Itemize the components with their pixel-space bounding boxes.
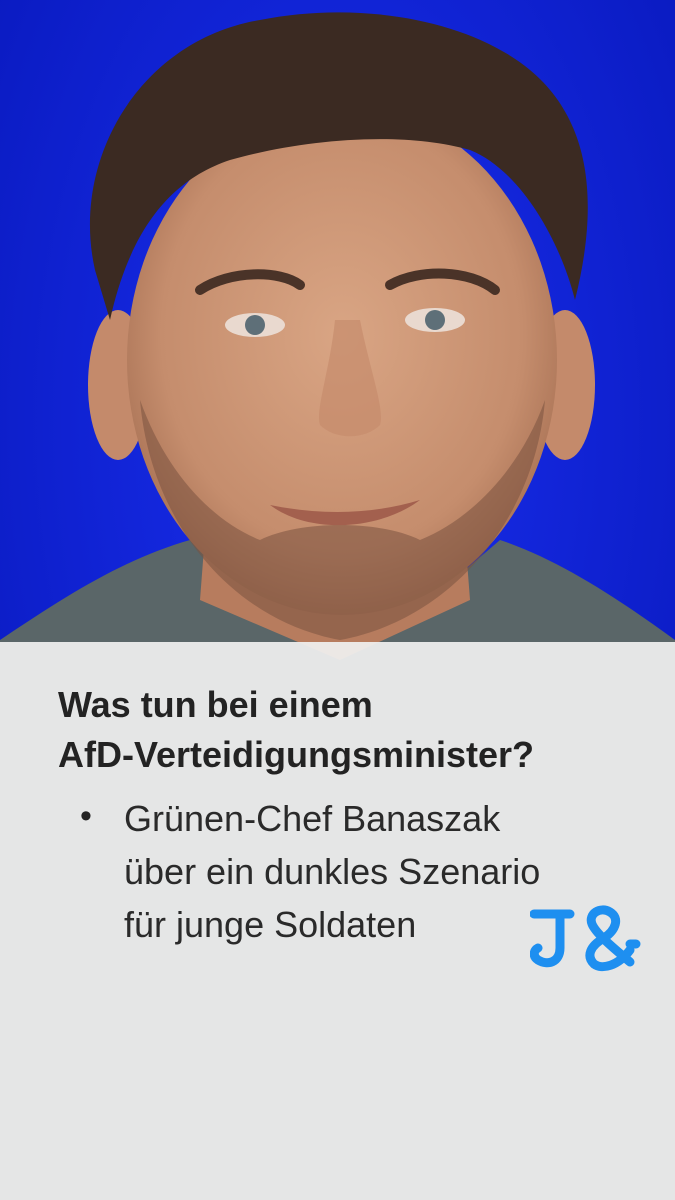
- bullet-dot-icon: •: [80, 797, 92, 835]
- headline-line-2: AfD-Verteidigungsminister?: [58, 734, 535, 775]
- bullet-line-1: Grünen-Chef Banaszak: [124, 798, 501, 839]
- headline: Was tun bei einem AfD-Verteidigungsminis…: [58, 680, 658, 780]
- headline-line-1: Was tun bei einem: [58, 684, 373, 725]
- bullet-line-2: über ein dunkles Szenario: [124, 851, 541, 892]
- j-and-ampersand-logo-icon: [530, 904, 642, 972]
